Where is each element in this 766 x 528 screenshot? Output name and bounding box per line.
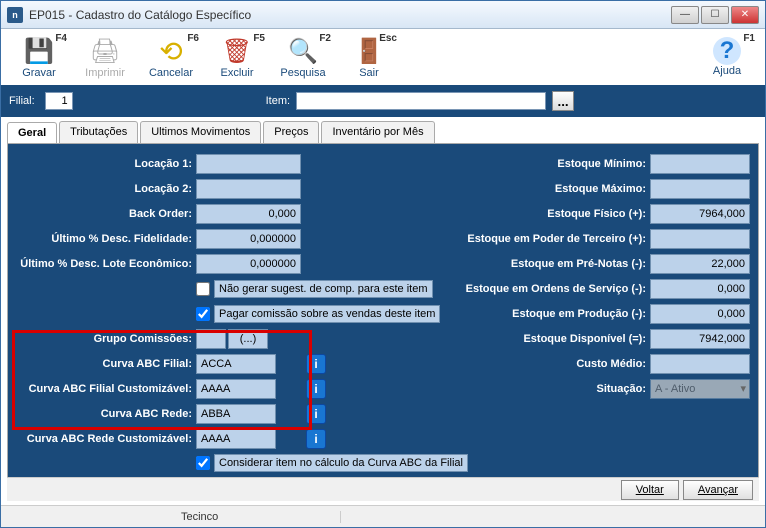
maximize-button[interactable]: ☐ (701, 6, 729, 24)
footer-bar: Voltar Avançar (7, 477, 759, 501)
grupo-comissoes-field[interactable] (196, 329, 226, 349)
hotkey-label: F6 (187, 33, 199, 44)
desc-fidelidade-label: Último % Desc. Fidelidade: (16, 233, 196, 245)
estoque-maximo-label: Estoque Máximo: (460, 183, 650, 195)
estoque-prenotas-field[interactable] (650, 254, 750, 274)
locacao2-label: Locação 2: (16, 183, 196, 195)
abc-filial-label: Curva ABC Filial: (16, 358, 196, 370)
estoque-terceiro-label: Estoque em Poder de Terceiro (+): (460, 233, 650, 245)
save-icon: 💾 (23, 35, 55, 67)
hotkey-label: F2 (319, 33, 331, 44)
window-titlebar: n EP015 - Cadastro do Catálogo Específic… (1, 1, 765, 29)
app-window: n EP015 - Cadastro do Catálogo Específic… (0, 0, 766, 528)
locacao1-field[interactable] (196, 154, 301, 174)
gravar-button[interactable]: F4 💾 Gravar (7, 31, 71, 83)
comissao-label: Pagar comissão sobre as vendas deste ite… (214, 305, 440, 323)
abc-rede-info[interactable]: i (306, 404, 326, 424)
app-icon: n (7, 7, 23, 23)
considerar-abc-checkbox[interactable] (196, 456, 210, 470)
estoque-producao-label: Estoque em Produção (-): (460, 308, 650, 320)
backorder-field[interactable] (196, 204, 301, 224)
tab-geral[interactable]: Geral (7, 122, 57, 144)
estoque-fisico-field[interactable] (650, 204, 750, 224)
estoque-disponivel-field[interactable] (650, 329, 750, 349)
window-title: EP015 - Cadastro do Catálogo Específico (29, 8, 671, 22)
sair-button[interactable]: Esc 🚪 Sair (337, 31, 401, 83)
desc-fidelidade-field[interactable] (196, 229, 301, 249)
abc-filial-info[interactable]: i (306, 354, 326, 374)
custo-medio-field[interactable] (650, 354, 750, 374)
estoque-maximo-field[interactable] (650, 179, 750, 199)
help-icon: ? (713, 37, 741, 65)
estoque-minimo-label: Estoque Mínimo: (460, 158, 650, 170)
desc-lote-field[interactable] (196, 254, 301, 274)
imprimir-button[interactable]: 🖨 Imprimir (73, 31, 137, 83)
situacao-select[interactable]: A - Ativo (650, 379, 750, 399)
window-controls: — ☐ ✕ (671, 6, 759, 24)
comissao-checkbox[interactable] (196, 307, 210, 321)
estoque-minimo-field[interactable] (650, 154, 750, 174)
nao-gerar-checkbox[interactable] (196, 282, 210, 296)
trash-icon: 🗑 (221, 35, 253, 67)
grupo-comissoes-lookup[interactable]: (...) (228, 329, 268, 349)
tab-panel-geral: Locação 1: Estoque Mínimo: Locação 2: Es… (7, 143, 759, 483)
undo-icon: ⟲ (155, 35, 187, 67)
abc-rede-cust-info[interactable]: i (306, 429, 326, 449)
ajuda-button[interactable]: F1 ? Ajuda (695, 31, 759, 83)
filter-band: Filial: Item: ... (1, 85, 765, 117)
grupo-comissoes-label: Grupo Comissões: (16, 333, 196, 345)
custo-medio-label: Custo Médio: (460, 358, 650, 370)
cancelar-button[interactable]: F6 ⟲ Cancelar (139, 31, 203, 83)
tab-inventario[interactable]: Inventário por Mês (321, 121, 434, 143)
estoque-producao-field[interactable] (650, 304, 750, 324)
abc-filial-cust-info[interactable]: i (306, 379, 326, 399)
close-button[interactable]: ✕ (731, 6, 759, 24)
item-label: Item: (266, 95, 290, 107)
main-toolbar: F4 💾 Gravar 🖨 Imprimir F6 ⟲ Cancelar F5 … (1, 29, 765, 85)
locacao1-label: Locação 1: (16, 158, 196, 170)
item-lookup-button[interactable]: ... (552, 91, 574, 111)
locacao2-field[interactable] (196, 179, 301, 199)
estoque-fisico-label: Estoque Físico (+): (460, 208, 650, 220)
voltar-button[interactable]: Voltar (621, 480, 679, 500)
tab-precos[interactable]: Preços (263, 121, 319, 143)
estoque-disponivel-label: Estoque Disponível (=): (460, 333, 650, 345)
status-user: Tecinco (181, 511, 341, 523)
pesquisa-button[interactable]: F2 🔍 Pesquisa (271, 31, 335, 83)
excluir-button[interactable]: F5 🗑 Excluir (205, 31, 269, 83)
considerar-abc-label: Considerar item no cálculo da Curva ABC … (214, 454, 468, 472)
minimize-button[interactable]: — (671, 6, 699, 24)
abc-rede-field[interactable] (196, 404, 276, 424)
abc-rede-cust-label: Curva ABC Rede Customizável: (16, 433, 196, 445)
abc-filial-cust-label: Curva ABC Filial Customizável: (16, 383, 196, 395)
estoque-prenotas-label: Estoque em Pré-Notas (-): (460, 258, 650, 270)
hotkey-label: F1 (743, 33, 755, 44)
tab-strip: Geral Tributações Ultimos Movimentos Pre… (1, 117, 765, 143)
hotkey-label: Esc (379, 33, 397, 44)
desc-lote-label: Último % Desc. Lote Econômico: (16, 258, 196, 270)
hotkey-label: F4 (55, 33, 67, 44)
abc-filial-cust-field[interactable] (196, 379, 276, 399)
abc-rede-cust-field[interactable] (196, 429, 276, 449)
estoque-terceiro-field[interactable] (650, 229, 750, 249)
avancar-button[interactable]: Avançar (683, 480, 753, 500)
tab-tributacoes[interactable]: Tributações (59, 121, 138, 143)
nao-gerar-label: Não gerar sugest. de comp. para este ite… (214, 280, 433, 298)
abc-rede-label: Curva ABC Rede: (16, 408, 196, 420)
item-field[interactable] (296, 92, 546, 110)
filial-label: Filial: (9, 95, 35, 107)
filial-field[interactable] (45, 92, 73, 110)
print-icon: 🖨 (89, 35, 121, 67)
estoque-ordens-label: Estoque em Ordens de Serviço (-): (460, 283, 650, 295)
estoque-ordens-field[interactable] (650, 279, 750, 299)
abc-filial-field[interactable] (196, 354, 276, 374)
backorder-label: Back Order: (16, 208, 196, 220)
situacao-label: Situação: (460, 383, 650, 395)
hotkey-label: F5 (253, 33, 265, 44)
search-icon: 🔍 (287, 35, 319, 67)
tab-ultimos-movimentos[interactable]: Ultimos Movimentos (140, 121, 261, 143)
status-bar: Tecinco (1, 505, 765, 527)
